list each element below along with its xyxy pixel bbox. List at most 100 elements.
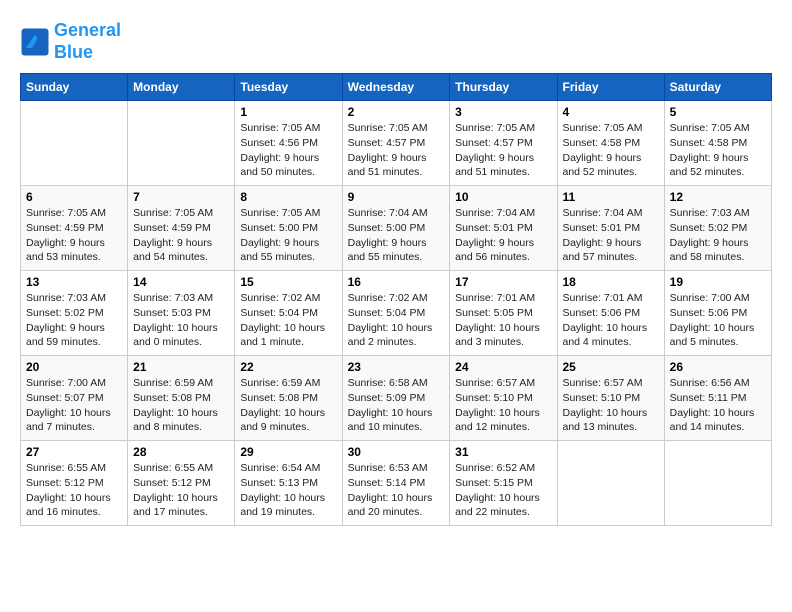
calendar-cell: 2 Sunrise: 7:05 AM Sunset: 4:57 PM Daylig… (342, 101, 450, 186)
day-info: Sunrise: 7:05 AM Sunset: 4:57 PM Dayligh… (348, 121, 445, 180)
calendar-body: 1 Sunrise: 7:05 AM Sunset: 4:56 PM Daylig… (21, 101, 772, 526)
day-header-sunday: Sunday (21, 74, 128, 101)
calendar-cell: 21 Sunrise: 6:59 AM Sunset: 5:08 PM Dayli… (128, 356, 235, 441)
day-info: Sunrise: 7:05 AM Sunset: 4:57 PM Dayligh… (455, 121, 551, 180)
day-number: 25 (563, 360, 659, 374)
day-info: Sunrise: 7:03 AM Sunset: 5:02 PM Dayligh… (26, 291, 122, 350)
day-number: 16 (348, 275, 445, 289)
day-info: Sunrise: 6:53 AM Sunset: 5:14 PM Dayligh… (348, 461, 445, 520)
week-row-3: 13Sunrise: 7:03 AM Sunset: 5:02 PM Dayli… (21, 271, 772, 356)
day-info: Sunrise: 6:54 AM Sunset: 5:13 PM Dayligh… (240, 461, 336, 520)
day-info: Sunrise: 6:56 AM Sunset: 5:11 PM Dayligh… (670, 376, 766, 435)
calendar-cell: 3 Sunrise: 7:05 AM Sunset: 4:57 PM Daylig… (450, 101, 557, 186)
day-number: 6 (26, 190, 122, 204)
calendar-header-row: SundayMondayTuesdayWednesdayThursdayFrid… (21, 74, 772, 101)
calendar-cell: 1 Sunrise: 7:05 AM Sunset: 4:56 PM Daylig… (235, 101, 342, 186)
day-info: Sunrise: 7:02 AM Sunset: 5:04 PM Dayligh… (240, 291, 336, 350)
day-header-saturday: Saturday (664, 74, 771, 101)
day-number: 12 (670, 190, 766, 204)
day-number: 4 (563, 105, 659, 119)
day-info: Sunrise: 7:04 AM Sunset: 5:01 PM Dayligh… (455, 206, 551, 265)
day-header-wednesday: Wednesday (342, 74, 450, 101)
day-number: 31 (455, 445, 551, 459)
calendar-cell: 28 Sunrise: 6:55 AM Sunset: 5:12 PM Dayli… (128, 441, 235, 526)
calendar: SundayMondayTuesdayWednesdayThursdayFrid… (20, 73, 772, 526)
calendar-cell: 24 Sunrise: 6:57 AM Sunset: 5:10 PM Dayli… (450, 356, 557, 441)
calendar-cell (557, 441, 664, 526)
calendar-cell: 6 Sunrise: 7:05 AM Sunset: 4:59 PM Daylig… (21, 186, 128, 271)
day-info: Sunrise: 6:58 AM Sunset: 5:09 PM Dayligh… (348, 376, 445, 435)
day-header-friday: Friday (557, 74, 664, 101)
day-number: 8 (240, 190, 336, 204)
calendar-cell: 11Sunrise: 7:04 AM Sunset: 5:01 PM Dayli… (557, 186, 664, 271)
day-number: 11 (563, 190, 659, 204)
day-header-tuesday: Tuesday (235, 74, 342, 101)
day-number: 29 (240, 445, 336, 459)
day-number: 3 (455, 105, 551, 119)
calendar-cell: 20Sunrise: 7:00 AM Sunset: 5:07 PM Dayli… (21, 356, 128, 441)
day-info: Sunrise: 7:05 AM Sunset: 4:59 PM Dayligh… (26, 206, 122, 265)
day-number: 10 (455, 190, 551, 204)
week-row-1: 1 Sunrise: 7:05 AM Sunset: 4:56 PM Daylig… (21, 101, 772, 186)
day-info: Sunrise: 6:57 AM Sunset: 5:10 PM Dayligh… (563, 376, 659, 435)
day-number: 18 (563, 275, 659, 289)
week-row-5: 27 Sunrise: 6:55 AM Sunset: 5:12 PM Dayli… (21, 441, 772, 526)
calendar-cell: 14Sunrise: 7:03 AM Sunset: 5:03 PM Dayli… (128, 271, 235, 356)
day-number: 14 (133, 275, 229, 289)
page-header: General Blue (20, 20, 772, 63)
day-number: 19 (670, 275, 766, 289)
day-number: 28 (133, 445, 229, 459)
day-number: 9 (348, 190, 445, 204)
day-number: 23 (348, 360, 445, 374)
calendar-cell (21, 101, 128, 186)
day-number: 30 (348, 445, 445, 459)
day-number: 24 (455, 360, 551, 374)
calendar-cell: 16 Sunrise: 7:02 AM Sunset: 5:04 PM Dayli… (342, 271, 450, 356)
calendar-cell: 17Sunrise: 7:01 AM Sunset: 5:05 PM Dayli… (450, 271, 557, 356)
day-number: 2 (348, 105, 445, 119)
calendar-cell: 12Sunrise: 7:03 AM Sunset: 5:02 PM Dayli… (664, 186, 771, 271)
day-info: Sunrise: 6:59 AM Sunset: 5:08 PM Dayligh… (133, 376, 229, 435)
week-row-2: 6 Sunrise: 7:05 AM Sunset: 4:59 PM Daylig… (21, 186, 772, 271)
logo-icon (20, 27, 50, 57)
day-info: Sunrise: 7:04 AM Sunset: 5:00 PM Dayligh… (348, 206, 445, 265)
day-header-monday: Monday (128, 74, 235, 101)
calendar-cell (128, 101, 235, 186)
calendar-cell: 19 Sunrise: 7:00 AM Sunset: 5:06 PM Dayli… (664, 271, 771, 356)
day-info: Sunrise: 7:05 AM Sunset: 4:56 PM Dayligh… (240, 121, 336, 180)
day-number: 27 (26, 445, 122, 459)
week-row-4: 20Sunrise: 7:00 AM Sunset: 5:07 PM Dayli… (21, 356, 772, 441)
day-info: Sunrise: 7:01 AM Sunset: 5:06 PM Dayligh… (563, 291, 659, 350)
day-header-thursday: Thursday (450, 74, 557, 101)
day-info: Sunrise: 7:02 AM Sunset: 5:04 PM Dayligh… (348, 291, 445, 350)
day-number: 5 (670, 105, 766, 119)
calendar-cell: 4Sunrise: 7:05 AM Sunset: 4:58 PM Daylig… (557, 101, 664, 186)
calendar-cell: 7Sunrise: 7:05 AM Sunset: 4:59 PM Daylig… (128, 186, 235, 271)
day-number: 22 (240, 360, 336, 374)
calendar-cell: 22 Sunrise: 6:59 AM Sunset: 5:08 PM Dayli… (235, 356, 342, 441)
day-number: 26 (670, 360, 766, 374)
calendar-cell: 30 Sunrise: 6:53 AM Sunset: 5:14 PM Dayli… (342, 441, 450, 526)
day-info: Sunrise: 6:57 AM Sunset: 5:10 PM Dayligh… (455, 376, 551, 435)
logo: General Blue (20, 20, 121, 63)
calendar-cell: 8 Sunrise: 7:05 AM Sunset: 5:00 PM Daylig… (235, 186, 342, 271)
calendar-cell: 25 Sunrise: 6:57 AM Sunset: 5:10 PM Dayli… (557, 356, 664, 441)
day-info: Sunrise: 6:52 AM Sunset: 5:15 PM Dayligh… (455, 461, 551, 520)
day-info: Sunrise: 6:59 AM Sunset: 5:08 PM Dayligh… (240, 376, 336, 435)
logo-text: General Blue (54, 20, 121, 63)
day-number: 15 (240, 275, 336, 289)
day-info: Sunrise: 7:00 AM Sunset: 5:06 PM Dayligh… (670, 291, 766, 350)
calendar-cell: 15 Sunrise: 7:02 AM Sunset: 5:04 PM Dayli… (235, 271, 342, 356)
calendar-cell: 27 Sunrise: 6:55 AM Sunset: 5:12 PM Dayli… (21, 441, 128, 526)
day-info: Sunrise: 7:05 AM Sunset: 5:00 PM Dayligh… (240, 206, 336, 265)
day-info: Sunrise: 6:55 AM Sunset: 5:12 PM Dayligh… (133, 461, 229, 520)
calendar-cell: 5Sunrise: 7:05 AM Sunset: 4:58 PM Daylig… (664, 101, 771, 186)
calendar-cell: 9 Sunrise: 7:04 AM Sunset: 5:00 PM Daylig… (342, 186, 450, 271)
day-info: Sunrise: 6:55 AM Sunset: 5:12 PM Dayligh… (26, 461, 122, 520)
day-number: 21 (133, 360, 229, 374)
day-info: Sunrise: 7:01 AM Sunset: 5:05 PM Dayligh… (455, 291, 551, 350)
calendar-cell: 13Sunrise: 7:03 AM Sunset: 5:02 PM Dayli… (21, 271, 128, 356)
day-number: 20 (26, 360, 122, 374)
calendar-cell: 29 Sunrise: 6:54 AM Sunset: 5:13 PM Dayli… (235, 441, 342, 526)
day-number: 1 (240, 105, 336, 119)
